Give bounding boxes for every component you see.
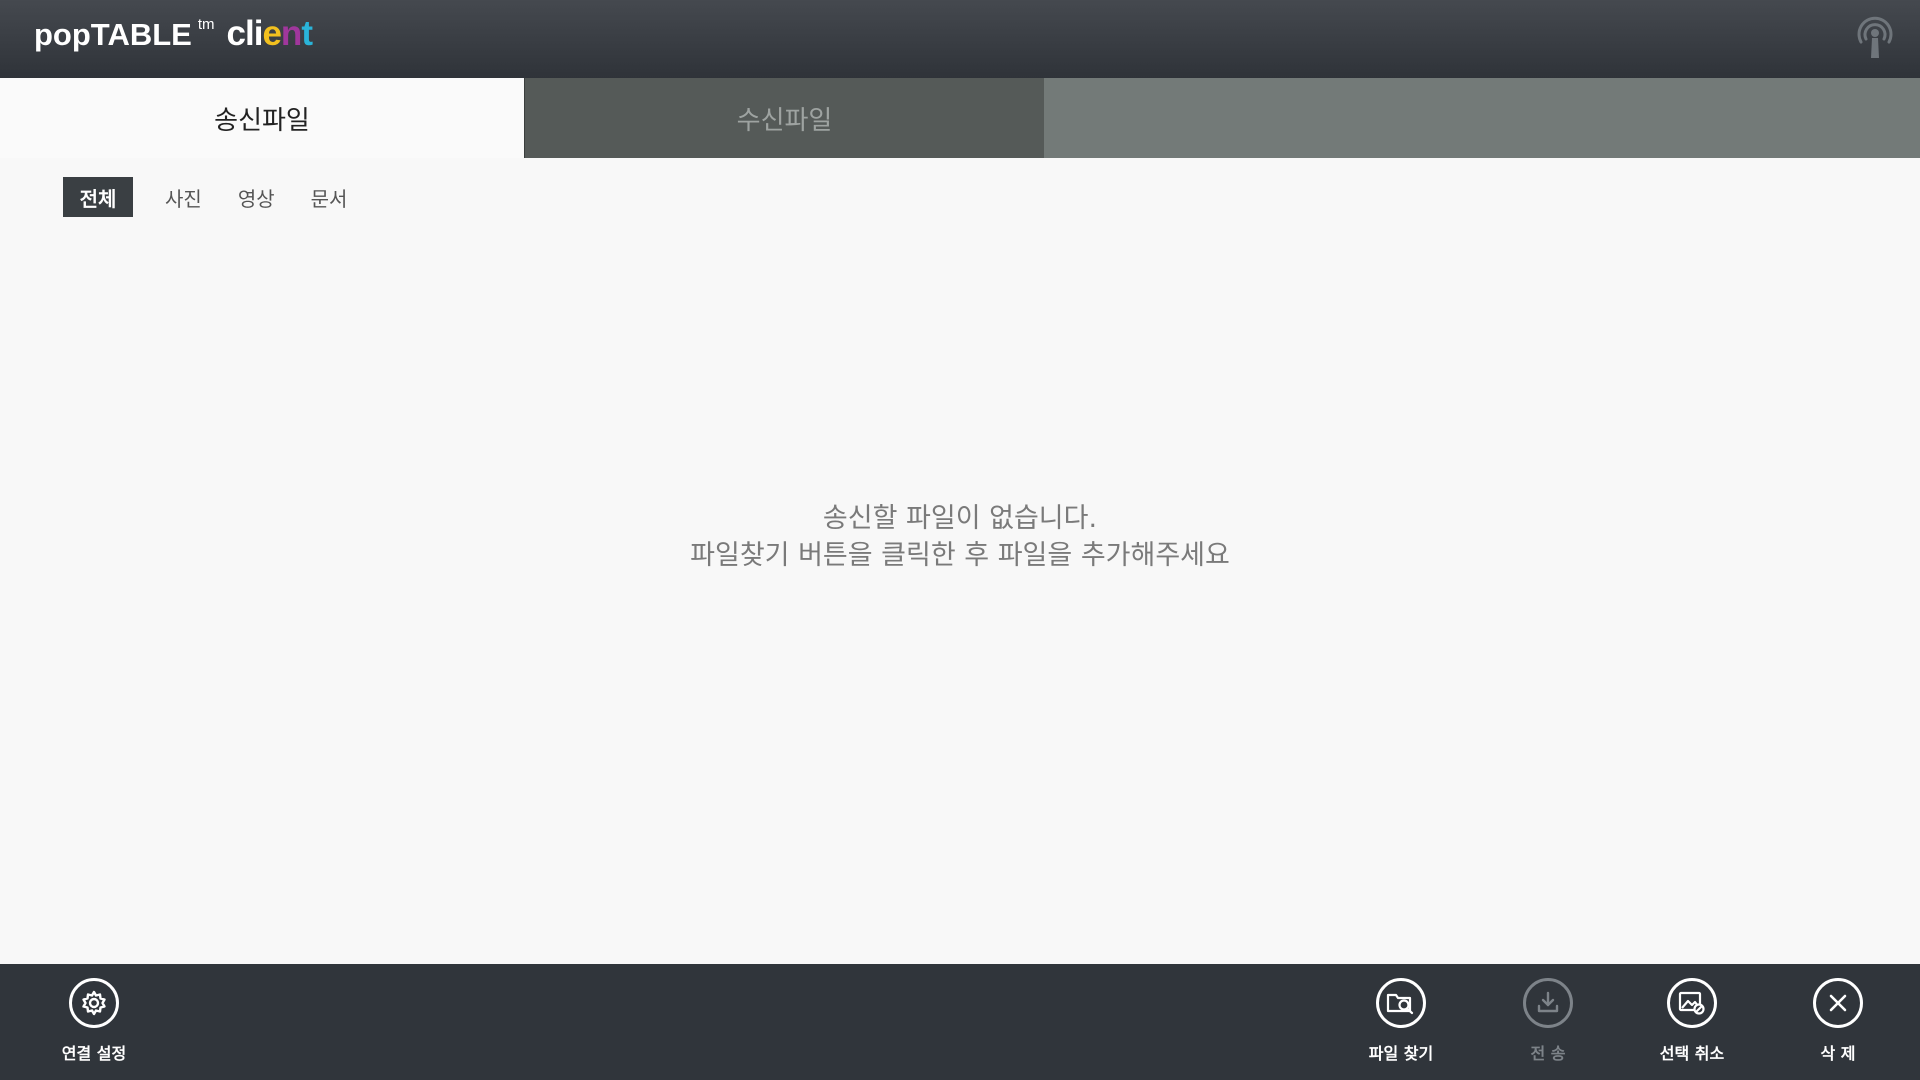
delete-label: 삭 제 (1820, 1044, 1856, 1063)
filter-document[interactable]: 문서 (311, 177, 348, 217)
deselect-label: 선택 취소 (1659, 1044, 1725, 1063)
connection-settings-button[interactable]: 연결 설정 (39, 978, 149, 1070)
empty-message-line1: 송신할 파일이 없습니다. (822, 503, 1098, 534)
logo-letter: n (280, 14, 302, 53)
find-file-button[interactable]: 파일 찾기 (1346, 978, 1456, 1070)
antenna-icon[interactable] (1852, 14, 1898, 62)
filter-photo[interactable]: 사진 (165, 177, 202, 217)
tab-receive-files[interactable]: 수신파일 (524, 78, 1044, 158)
logo-main-text: popTABLE (34, 17, 192, 52)
download-icon (1523, 978, 1573, 1028)
find-file-label: 파일 찾기 (1368, 1044, 1434, 1063)
tab-bar: 송신파일 수신파일 (0, 78, 1920, 158)
logo-letter: l (244, 14, 255, 53)
tab-send-label: 송신파일 (214, 105, 310, 136)
empty-state-message: 송신할 파일이 없습니다. 파일찾기 버튼을 클릭한 후 파일을 추가해주세요 (0, 500, 1920, 574)
filter-all[interactable]: 전체 (63, 177, 133, 217)
empty-message-line2: 파일찾기 버튼을 클릭한 후 파일을 추가해주세요 (690, 540, 1230, 571)
logo-trademark: tm (197, 16, 215, 33)
file-type-filter: 전체 사진 영상 문서 (63, 177, 383, 217)
close-icon (1813, 978, 1863, 1028)
send-label: 전 송 (1530, 1044, 1566, 1063)
logo-sub-text: client (226, 14, 313, 54)
header-bar: popTABLE tm client (0, 0, 1920, 78)
filter-video[interactable]: 영상 (238, 177, 275, 217)
tab-send-files[interactable]: 송신파일 (0, 78, 524, 158)
deselect-button[interactable]: 선택 취소 (1637, 978, 1747, 1070)
file-search-icon (1376, 978, 1426, 1028)
logo-letter: e (262, 14, 281, 53)
bottom-toolbar: 연결 설정 파일 찾기 전 송 선택 취소 삭 제 (0, 964, 1920, 1080)
send-button[interactable]: 전 송 (1493, 978, 1603, 1070)
connection-settings-label: 연결 설정 (61, 1044, 127, 1063)
image-cancel-icon (1667, 978, 1717, 1028)
delete-button[interactable]: 삭 제 (1783, 978, 1893, 1070)
logo-letter: t (301, 14, 313, 53)
logo-letter: c (226, 14, 246, 53)
gear-icon (69, 978, 119, 1028)
tab-receive-label: 수신파일 (736, 105, 833, 136)
app-window: popTABLE tm client 송신파일 수신파일 전체 사진 영상 문서… (0, 0, 1920, 1080)
app-logo: popTABLE tm client (34, 14, 313, 64)
